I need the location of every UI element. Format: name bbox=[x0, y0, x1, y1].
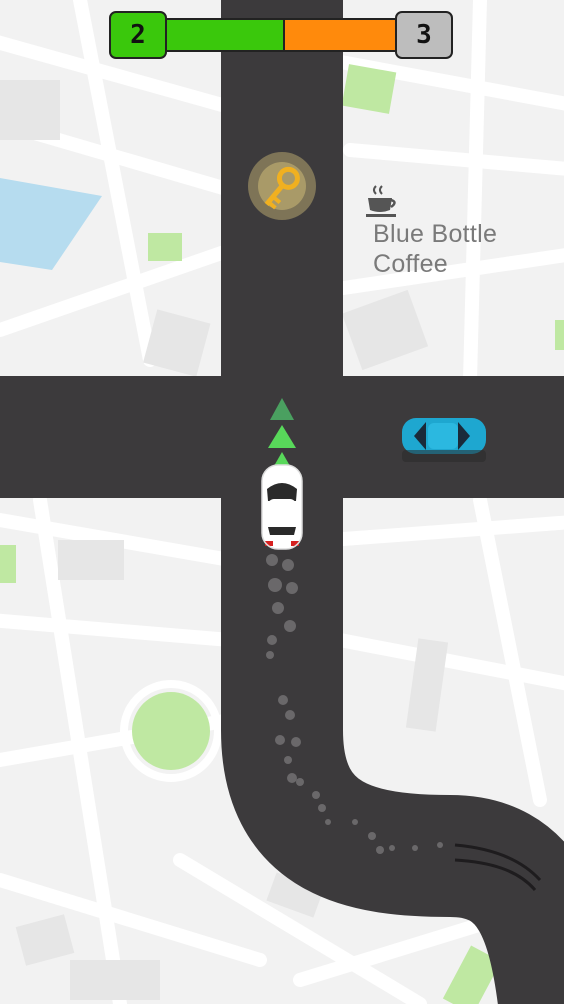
progress-bar bbox=[161, 18, 405, 52]
coffee-cup-icon bbox=[366, 185, 396, 217]
game-stage[interactable]: Blue Bottle Coffee 2 3 bbox=[0, 0, 564, 1004]
player-car bbox=[261, 464, 303, 550]
city-map bbox=[0, 0, 564, 1004]
traffic-car bbox=[402, 418, 486, 462]
progress-bar-remaining bbox=[283, 20, 403, 50]
key-pickup bbox=[248, 152, 316, 220]
next-level-badge: 3 bbox=[395, 11, 453, 59]
water-area bbox=[0, 178, 102, 270]
poi-name-line-2: Coffee bbox=[373, 250, 449, 278]
progress-bar-fill bbox=[163, 20, 283, 50]
current-level-badge: 2 bbox=[109, 11, 167, 59]
curved-road bbox=[221, 690, 564, 1004]
poi-label: Blue Bottle Coffee bbox=[373, 219, 497, 279]
level-progress-hud: 2 3 bbox=[109, 11, 455, 59]
poi-name-line-1: Blue Bottle bbox=[373, 220, 498, 248]
